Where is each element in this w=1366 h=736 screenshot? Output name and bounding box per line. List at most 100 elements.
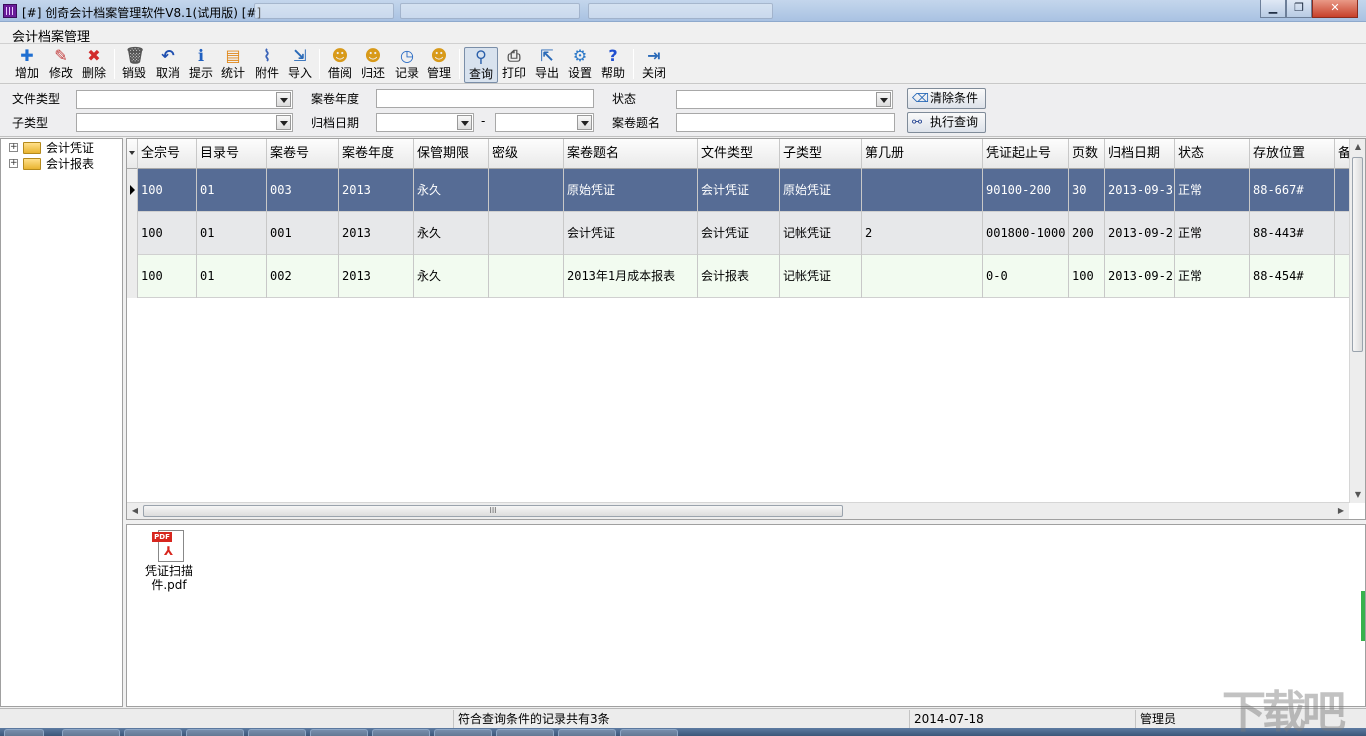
table-cell[interactable]: 正常: [1175, 212, 1250, 255]
scroll-up-icon[interactable]: ▲: [1350, 139, 1365, 155]
column-header[interactable]: 密级: [489, 139, 564, 169]
toolbar-button-7[interactable]: ▤ 统计: [218, 47, 248, 83]
table-cell[interactable]: 88-454#: [1250, 255, 1335, 298]
archive-date-to[interactable]: [495, 113, 594, 132]
status-select[interactable]: [676, 90, 893, 109]
column-header[interactable]: 案卷号: [267, 139, 339, 169]
taskbar-item[interactable]: [248, 729, 306, 736]
column-header[interactable]: 页数: [1069, 139, 1105, 169]
table-cell[interactable]: 会计凭证: [698, 212, 780, 255]
column-menu-icon[interactable]: [127, 139, 138, 169]
table-cell[interactable]: 01: [197, 169, 267, 212]
table-cell[interactable]: 会计凭证: [698, 169, 780, 212]
scroll-thumb[interactable]: [1352, 157, 1363, 352]
toolbar-button-12[interactable]: ◷ 记录: [392, 47, 422, 83]
row-indicator[interactable]: [127, 212, 138, 255]
attachment-file-label[interactable]: 凭证扫描件.pdf: [137, 564, 201, 592]
sub-type-select[interactable]: [76, 113, 293, 132]
table-row[interactable]: 100 01 001 2013 永久 会计凭证 会计凭证 记帐凭证 2 001800-1000 20…: [127, 212, 1355, 255]
table-cell[interactable]: [489, 169, 564, 212]
column-header[interactable]: 目录号: [197, 139, 267, 169]
pdf-file-icon[interactable]: PDF ⅄: [152, 530, 186, 562]
year-input[interactable]: [376, 89, 594, 108]
table-cell[interactable]: [489, 255, 564, 298]
table-cell[interactable]: 原始凭证: [780, 169, 862, 212]
table-cell[interactable]: 90100-200: [983, 169, 1069, 212]
toolbar-button-4[interactable]: 🗑 销毁: [119, 47, 149, 83]
table-cell[interactable]: 永久: [414, 212, 489, 255]
toolbar-button-9[interactable]: ⇲ 导入: [285, 47, 315, 83]
taskbar-item[interactable]: [620, 729, 678, 736]
scroll-down-icon[interactable]: ▼: [1350, 487, 1365, 503]
taskbar-item[interactable]: [558, 729, 616, 736]
table-cell[interactable]: 30: [1069, 169, 1105, 212]
column-header[interactable]: 案卷年度: [339, 139, 414, 169]
table-cell[interactable]: 正常: [1175, 169, 1250, 212]
table-cell[interactable]: 2013: [339, 169, 414, 212]
expand-plus-icon[interactable]: +: [9, 159, 18, 168]
table-cell[interactable]: 原始凭证: [564, 169, 698, 212]
table-cell[interactable]: 200: [1069, 212, 1105, 255]
toolbar-button-17[interactable]: ⚙ 设置: [565, 47, 595, 83]
table-cell[interactable]: 0-0: [983, 255, 1069, 298]
toolbar-button-16[interactable]: ⇱ 导出: [532, 47, 562, 83]
toolbar-button-18[interactable]: ? 帮助: [598, 47, 628, 83]
taskbar-item[interactable]: [496, 729, 554, 736]
toolbar-button-10[interactable]: ☻ 借阅: [325, 47, 355, 83]
table-cell[interactable]: 88-443#: [1250, 212, 1335, 255]
table-cell[interactable]: 永久: [414, 255, 489, 298]
taskbar-item[interactable]: [434, 729, 492, 736]
toolbar-button-8[interactable]: ⌇ 附件: [252, 47, 282, 83]
toolbar-button-15[interactable]: ⎙ 打印: [499, 47, 529, 83]
table-row[interactable]: 100 01 002 2013 永久 2013年1月成本报表 会计报表 记帐凭证 0-0 100 2…: [127, 255, 1355, 298]
toolbar-button-19[interactable]: ⇥ 关闭: [639, 47, 669, 83]
table-cell[interactable]: 2013: [339, 255, 414, 298]
horizontal-scrollbar[interactable]: ◀ III ▶: [127, 502, 1349, 519]
column-header[interactable]: 文件类型: [698, 139, 780, 169]
expand-plus-icon[interactable]: +: [9, 143, 18, 152]
toolbar-button-14[interactable]: ⚲ 查询: [464, 47, 498, 83]
chevron-down-icon[interactable]: [457, 115, 472, 130]
taskbar-item[interactable]: [124, 729, 182, 736]
table-cell[interactable]: 2013-09-2: [1105, 255, 1175, 298]
table-cell[interactable]: 100: [138, 169, 197, 212]
toolbar-button-5[interactable]: ↶ 取消: [153, 47, 183, 83]
taskbar-item[interactable]: [4, 729, 44, 736]
scroll-right-icon[interactable]: ▶: [1333, 503, 1349, 519]
close-button[interactable]: ✕: [1312, 0, 1358, 18]
table-cell[interactable]: 2013-09-3: [1105, 169, 1175, 212]
taskbar-item[interactable]: [310, 729, 368, 736]
chevron-down-icon[interactable]: [577, 115, 592, 130]
table-cell[interactable]: 100: [138, 212, 197, 255]
column-header[interactable]: 状态: [1175, 139, 1250, 169]
maximize-button[interactable]: ❐: [1286, 0, 1312, 18]
table-cell[interactable]: 001: [267, 212, 339, 255]
table-cell[interactable]: [862, 169, 983, 212]
toolbar-button-2[interactable]: ✎ 修改: [46, 47, 76, 83]
column-header[interactable]: 归档日期: [1105, 139, 1175, 169]
toolbar-button-13[interactable]: ☻ 管理: [424, 47, 454, 83]
table-cell[interactable]: 100: [1069, 255, 1105, 298]
table-cell[interactable]: 记帐凭证: [780, 255, 862, 298]
table-cell[interactable]: 01: [197, 255, 267, 298]
clear-conditions-button[interactable]: ⌫ 清除条件: [907, 88, 986, 109]
column-header[interactable]: 凭证起止号: [983, 139, 1069, 169]
execute-query-button[interactable]: ⚯ 执行查询: [907, 112, 986, 133]
table-cell[interactable]: [862, 255, 983, 298]
row-indicator[interactable]: [127, 169, 138, 212]
table-cell[interactable]: 2013-09-2: [1105, 212, 1175, 255]
table-cell[interactable]: 100: [138, 255, 197, 298]
column-header[interactable]: 存放位置: [1250, 139, 1335, 169]
column-header[interactable]: 子类型: [780, 139, 862, 169]
table-cell[interactable]: 88-667#: [1250, 169, 1335, 212]
table-cell[interactable]: 会计报表: [698, 255, 780, 298]
taskbar-item[interactable]: [62, 729, 120, 736]
toolbar-button-6[interactable]: ℹ 提示: [186, 47, 216, 83]
taskbar-item[interactable]: [186, 729, 244, 736]
table-cell[interactable]: 记帐凭证: [780, 212, 862, 255]
menu-accounting-archive[interactable]: 会计档案管理: [12, 26, 90, 45]
table-cell[interactable]: 2013: [339, 212, 414, 255]
table-cell[interactable]: 2: [862, 212, 983, 255]
file-type-select[interactable]: [76, 90, 293, 109]
column-header[interactable]: 全宗号: [138, 139, 197, 169]
